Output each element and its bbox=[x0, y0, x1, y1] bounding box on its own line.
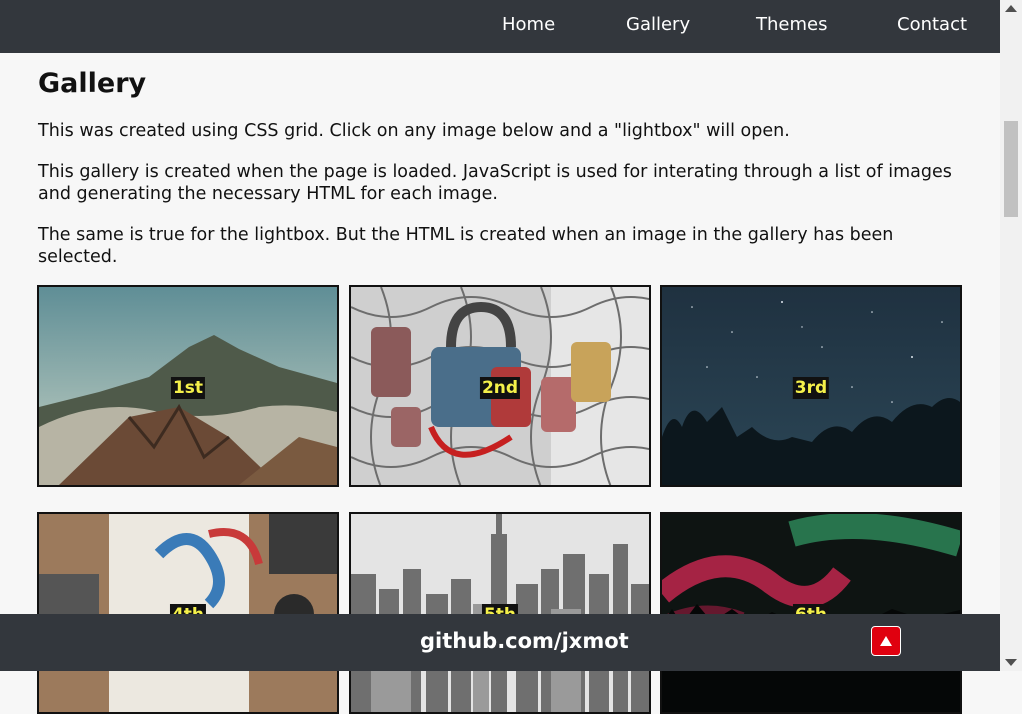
back-to-top-button[interactable] bbox=[871, 626, 901, 656]
nav-contact-link[interactable]: Contact bbox=[897, 14, 967, 35]
description-paragraph: This gallery is created when the page is… bbox=[38, 162, 952, 204]
github-link[interactable]: github.com/jxmot bbox=[420, 629, 629, 653]
main-content: Gallery This was created using CSS grid.… bbox=[38, 53, 962, 268]
gallery-item-5[interactable]: 5th bbox=[349, 512, 651, 714]
lightbox-paragraph: The same is true for the lightbox. But t… bbox=[38, 225, 894, 267]
scroll-up-icon[interactable] bbox=[1005, 5, 1017, 12]
gallery-item-1[interactable]: 1st bbox=[37, 285, 339, 487]
nav-gallery-link[interactable]: Gallery bbox=[626, 14, 690, 35]
scrollbar-thumb[interactable] bbox=[1004, 121, 1018, 217]
nav-home-link[interactable]: Home bbox=[502, 14, 555, 35]
gallery-item-4[interactable]: 4th bbox=[37, 512, 339, 714]
gallery-caption: 3rd bbox=[792, 377, 830, 399]
gallery-item-2[interactable]: 2nd bbox=[349, 285, 651, 487]
gallery-item-6[interactable]: 6th bbox=[660, 512, 962, 714]
page-scrollbar[interactable] bbox=[1000, 0, 1022, 671]
nav-themes-link[interactable]: Themes bbox=[756, 14, 827, 35]
arrow-up-icon bbox=[880, 636, 892, 646]
gallery-caption: 1st bbox=[170, 377, 206, 399]
intro-paragraph: This was created using CSS grid. Click o… bbox=[38, 121, 790, 141]
navbar: Home Gallery Themes Contact bbox=[0, 0, 1000, 53]
gallery-caption: 2nd bbox=[479, 377, 521, 399]
footer: github.com/jxmot bbox=[0, 614, 1000, 671]
scroll-down-icon[interactable] bbox=[1005, 659, 1017, 666]
gallery-item-3[interactable]: 3rd bbox=[660, 285, 962, 487]
page-title: Gallery bbox=[38, 68, 147, 99]
